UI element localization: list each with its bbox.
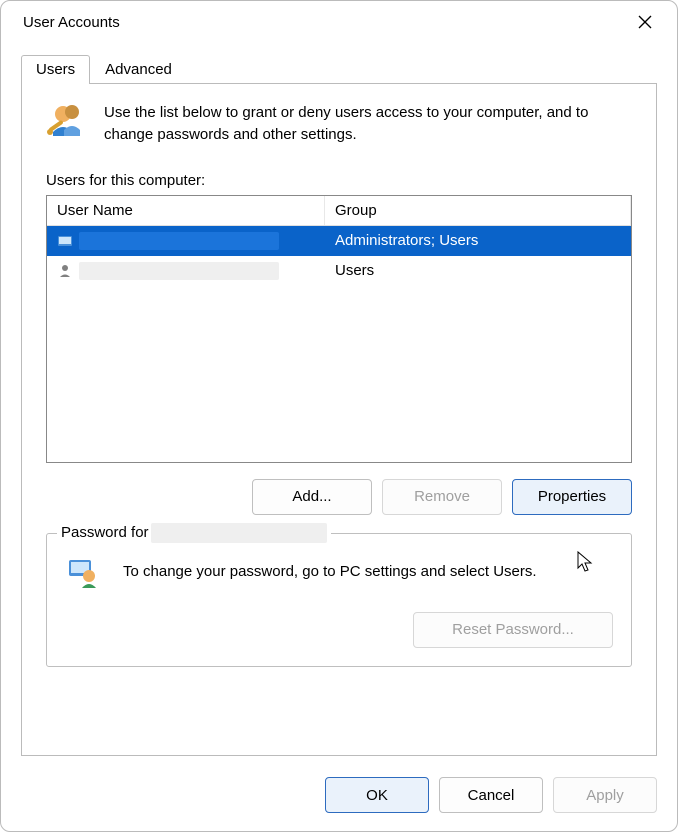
tabstrip: Users Advanced bbox=[1, 43, 677, 84]
user-icon bbox=[57, 233, 73, 249]
redacted-username bbox=[79, 232, 279, 250]
intro-text: Use the list below to grant or deny user… bbox=[104, 102, 632, 146]
apply-button: Apply bbox=[553, 777, 657, 813]
user-buttons-row: Add... Remove Properties bbox=[46, 479, 632, 515]
cell-group: Administrators; Users bbox=[325, 226, 631, 256]
users-key-icon bbox=[46, 102, 86, 142]
users-list-label: Users for this computer: bbox=[46, 172, 632, 189]
redacted-username bbox=[79, 262, 279, 280]
window-title: User Accounts bbox=[23, 14, 120, 31]
table-row[interactable]: Administrators; Users bbox=[47, 226, 631, 256]
password-legend: Password for bbox=[57, 523, 331, 543]
redacted-username bbox=[151, 523, 327, 543]
add-button[interactable]: Add... bbox=[252, 479, 372, 515]
password-legend-prefix: Password for bbox=[61, 524, 149, 541]
user-icon bbox=[57, 263, 73, 279]
password-info-text: To change your password, go to PC settin… bbox=[123, 563, 537, 580]
reset-row: Reset Password... bbox=[65, 612, 613, 648]
tab-users[interactable]: Users bbox=[21, 55, 90, 84]
close-button[interactable] bbox=[627, 4, 663, 40]
users-list[interactable]: User Name Group Administrators; Users bbox=[46, 195, 632, 463]
column-header-group[interactable]: Group bbox=[325, 196, 631, 225]
close-icon bbox=[638, 15, 652, 29]
titlebar: User Accounts bbox=[1, 1, 677, 43]
cell-username bbox=[47, 256, 325, 286]
intro-section: Use the list below to grant or deny user… bbox=[46, 102, 632, 146]
cell-username bbox=[47, 226, 325, 256]
tab-advanced[interactable]: Advanced bbox=[90, 55, 187, 84]
reset-password-button: Reset Password... bbox=[413, 612, 613, 648]
password-user-icon bbox=[65, 554, 101, 590]
password-section: Password for To change your password, go… bbox=[46, 533, 632, 667]
password-info-row: To change your password, go to PC settin… bbox=[65, 554, 613, 590]
dialog-buttons: OK Cancel Apply bbox=[1, 769, 677, 831]
remove-button: Remove bbox=[382, 479, 502, 515]
cancel-button[interactable]: Cancel bbox=[439, 777, 543, 813]
properties-button[interactable]: Properties bbox=[512, 479, 632, 515]
users-list-header: User Name Group bbox=[47, 196, 631, 226]
cell-group: Users bbox=[325, 256, 631, 286]
tab-content-users: Use the list below to grant or deny user… bbox=[21, 83, 657, 756]
ok-button[interactable]: OK bbox=[325, 777, 429, 813]
table-row[interactable]: Users bbox=[47, 256, 631, 286]
column-header-username[interactable]: User Name bbox=[47, 196, 325, 225]
user-accounts-window: User Accounts Users Advanced Use the lis… bbox=[0, 0, 678, 832]
